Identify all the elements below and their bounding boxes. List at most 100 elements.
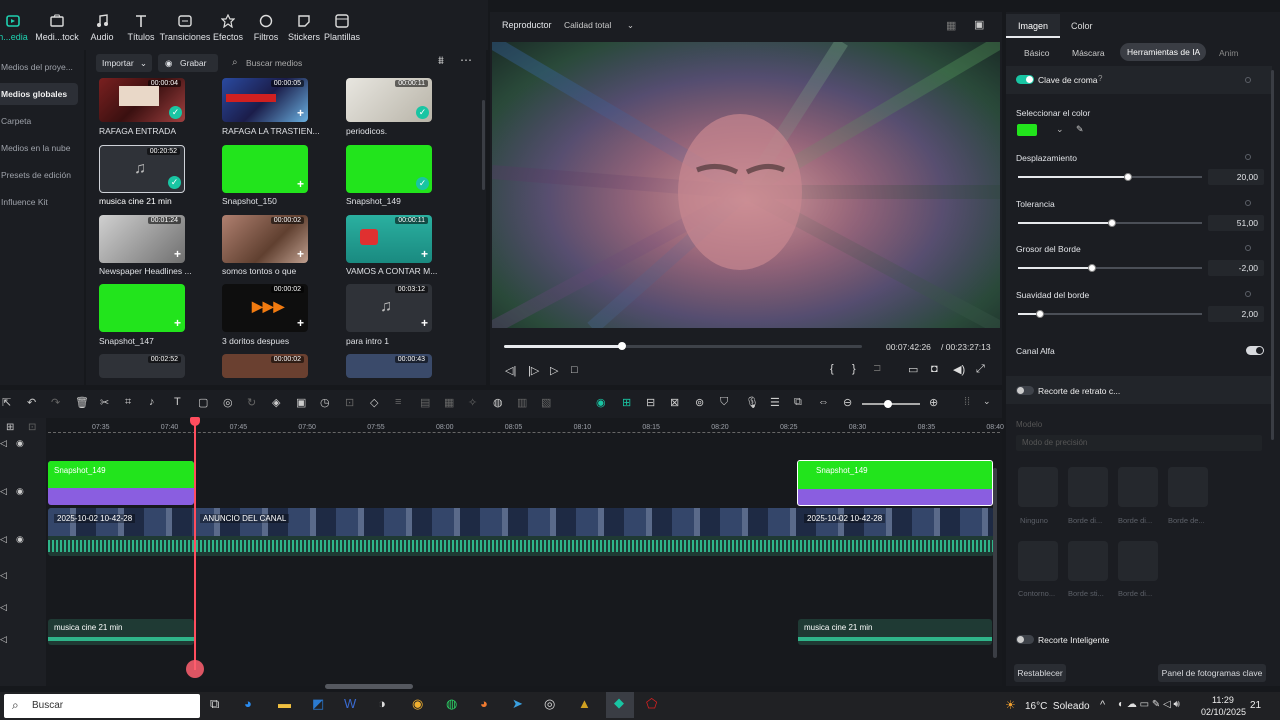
mark-out-icon[interactable]: } (852, 363, 856, 375)
portrait-toggle[interactable] (1016, 386, 1034, 395)
lock-icon[interactable]: ◁ (0, 486, 7, 497)
nav-project-media[interactable]: Medios del proye... (0, 56, 78, 78)
keyframe-tool-icon[interactable]: ◇ (370, 396, 378, 409)
media-thumb-para-intro[interactable]: 00:03:12 ♫ + (346, 284, 432, 332)
clip-music-left[interactable]: musica cine 21 min (48, 619, 194, 645)
ai-tile[interactable] (1068, 467, 1108, 507)
quality-select[interactable]: Calidad total ⌄ (560, 17, 638, 33)
group-icon[interactable]: ◍ (493, 396, 503, 409)
text-tool-icon[interactable]: T (174, 396, 181, 408)
keyframe-diamond-icon[interactable] (1245, 154, 1251, 160)
image-tool-icon[interactable]: ▣ (296, 396, 306, 409)
panel-scrollbar[interactable] (1271, 70, 1274, 440)
redo-icon[interactable]: ↷ (51, 396, 60, 409)
adjust-icon[interactable]: ≡ (395, 396, 401, 408)
volume-icon[interactable]: ◀) (953, 363, 965, 376)
subtab-ai-tools[interactable]: Herramientas de IA (1120, 43, 1206, 61)
notifications-badge[interactable]: 21 (1250, 700, 1261, 711)
keyframe-diamond-icon[interactable] (1245, 245, 1251, 251)
clip-snapshot-right[interactable]: Snapshot_149 (797, 460, 993, 506)
app-icon[interactable]: ◎ (544, 696, 555, 712)
stop-icon[interactable]: □ (571, 364, 578, 376)
capture-icon[interactable]: ◑ (378, 696, 386, 711)
subtab-basic[interactable]: Básico (1024, 48, 1050, 58)
task-view-icon[interactable]: ⧉ (210, 696, 219, 712)
slider-knob[interactable] (1087, 264, 1096, 272)
track-manager-icon[interactable]: ⊞ (6, 422, 14, 433)
file-explorer-icon[interactable]: ▬ (278, 696, 291, 711)
media-thumb-snapshot-150[interactable]: + (222, 145, 308, 193)
ai-tile-none[interactable] (1018, 467, 1058, 507)
media-thumb-snapshot-147[interactable]: + (99, 284, 185, 332)
value-field[interactable]: 2,00 (1208, 306, 1264, 322)
freeze-icon[interactable]: ⊡ (345, 396, 354, 409)
grid-view-icon[interactable]: ▦ (946, 19, 956, 32)
keyframe-diamond-icon[interactable] (1245, 77, 1251, 83)
undo-icon[interactable]: ↶ (27, 396, 36, 409)
nav-global-media[interactable]: Medios globales (0, 83, 78, 105)
pip-icon[interactable]: ⧉ (794, 396, 802, 409)
chevron-down-icon[interactable]: ⌄ (1056, 124, 1064, 135)
media-thumb-doritos[interactable]: 00:00:02 ▶▶▶ + (222, 284, 308, 332)
chevron-up-icon[interactable]: ^ (1100, 699, 1105, 711)
render-icon[interactable]: ⊠ (670, 396, 679, 409)
media-thumb-rafaga-trastienda[interactable]: 00:00:05 + (222, 78, 308, 122)
delete-icon[interactable]: 🗑︎ (75, 396, 89, 409)
clip-video-3[interactable]: 2025-10-02 10-42-28 (800, 508, 992, 536)
word-icon[interactable]: W (344, 696, 356, 711)
reset-button[interactable]: Restablecer (1014, 664, 1066, 682)
media-scrollbar[interactable] (482, 100, 485, 190)
media-thumb-periodicos[interactable]: 00:00:11 ✓ (346, 78, 432, 122)
outlook-icon[interactable]: ◩ (312, 696, 324, 712)
tab-color[interactable]: Color (1071, 21, 1093, 31)
clip-music-right[interactable]: musica cine 21 min (798, 619, 992, 645)
nav-edit-presets[interactable]: Presets de edición (0, 164, 78, 186)
subtab-mask[interactable]: Máscara (1072, 48, 1105, 58)
whatsapp-icon[interactable]: ◍ (446, 696, 457, 712)
snapshot-image-icon[interactable]: ▣ (974, 18, 984, 31)
slider-knob[interactable] (1107, 219, 1116, 227)
smart-cut-toggle[interactable] (1016, 635, 1034, 644)
audio-detach-icon[interactable]: ♪ (149, 396, 155, 408)
media-thumb-partial[interactable]: 00:02:52 (99, 354, 185, 378)
ai-tool-icon[interactable]: ✧ (468, 396, 477, 409)
media-thumb-musica-cine[interactable]: 00:20:52 ♫ ✓ (99, 145, 185, 193)
help-icon[interactable]: ? (1098, 74, 1102, 83)
taskbar-search[interactable]: ⌕ Buscar (4, 694, 200, 718)
nav-cloud-media[interactable]: Medios en la nube (0, 137, 78, 159)
fullscreen-icon[interactable]: ⤢ (976, 363, 985, 376)
motion-icon[interactable]: ▦ (444, 396, 454, 409)
timeline-vscrollbar[interactable] (993, 468, 997, 658)
rectangle-icon[interactable]: ▢ (198, 396, 208, 409)
select-tool-icon[interactable]: ⇱ (2, 396, 11, 409)
auto-icon[interactable]: ⊚ (695, 396, 704, 409)
tab-image[interactable]: Imagen (1006, 14, 1060, 38)
microphone-icon[interactable]: 🎙︎ (745, 396, 759, 409)
link-tracks-icon[interactable]: ⊡ (28, 422, 36, 433)
value-field[interactable]: 20,00 (1208, 169, 1264, 185)
media-thumb-snapshot-149[interactable]: ✓ (346, 145, 432, 193)
rotate-icon[interactable]: ↻ (247, 396, 256, 409)
media-thumb-partial[interactable]: 00:00:02 (222, 354, 308, 378)
zoom-knob[interactable] (884, 400, 892, 408)
media-thumb-partial[interactable]: 00:00:43 (346, 354, 432, 378)
clip-snapshot-left[interactable]: Snapshot_149 (48, 461, 194, 505)
eyedropper-icon[interactable]: ✎ (1076, 124, 1084, 135)
mixer-icon[interactable]: ☰ (770, 396, 780, 409)
keyframe-diamond-icon[interactable] (1245, 291, 1251, 297)
media-search[interactable]: ⌕ Buscar medios (230, 56, 460, 72)
more-options-icon[interactable]: ⋯ (460, 53, 472, 67)
media-thumb-vamos-a-contar[interactable]: 00:00:11 + (346, 215, 432, 263)
speaker-icon[interactable]: ◁ (0, 570, 7, 581)
ai-tile[interactable] (1118, 467, 1158, 507)
toolbar-templates[interactable]: Plantillas (315, 14, 369, 42)
color-swatch[interactable] (1017, 124, 1037, 136)
speaker-icon[interactable]: ◁ (0, 634, 7, 645)
acrobat-icon[interactable]: ⬠ (646, 696, 657, 712)
lock-icon[interactable]: ◁ (0, 438, 7, 449)
clip-anuncio[interactable]: ANUNCIO DEL CANAL (196, 508, 796, 536)
timeline-hscrollbar[interactable] (325, 684, 413, 689)
alpha-toggle[interactable] (1246, 346, 1264, 355)
edge-icon[interactable]: ◕ (244, 696, 252, 711)
clip-video-1[interactable]: 2025-10-02 10-42-28 (48, 508, 194, 536)
